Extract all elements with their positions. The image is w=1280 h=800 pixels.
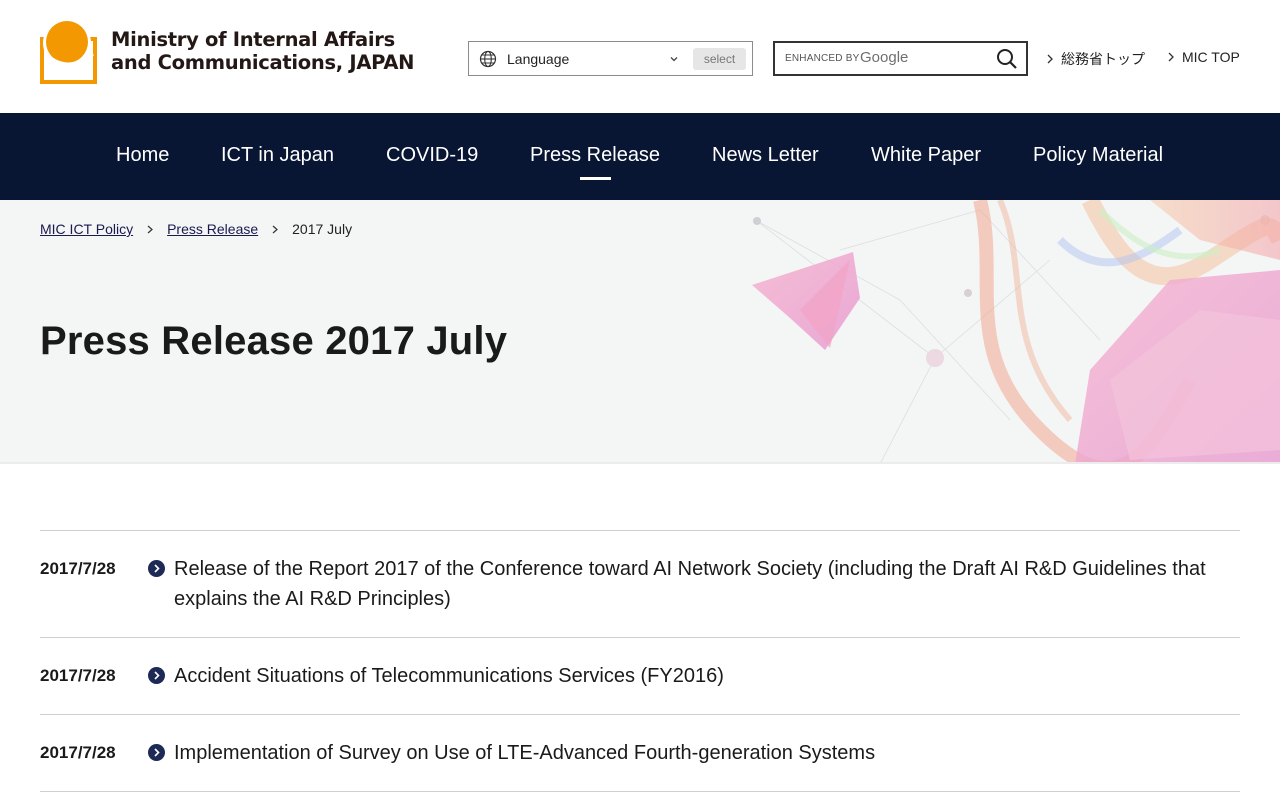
logo-mark-icon bbox=[40, 19, 97, 84]
chevron-right-icon bbox=[272, 225, 279, 233]
nav-white-paper[interactable]: White Paper bbox=[871, 144, 981, 167]
circle-arrow-icon bbox=[148, 667, 165, 684]
release-link[interactable]: Implementation of Survey on Use of LTE-A… bbox=[174, 738, 875, 791]
chevron-right-icon bbox=[147, 225, 154, 233]
nav-active-indicator bbox=[580, 177, 611, 180]
org-name: Ministry of Internal Affairs and Communi… bbox=[111, 28, 414, 74]
language-select-button[interactable]: select bbox=[693, 48, 746, 70]
breadcrumb-current: 2017 July bbox=[292, 221, 353, 237]
chevron-down-icon[interactable] bbox=[668, 53, 680, 65]
list-item: 2017/7/28 Implementation of Survey on Us… bbox=[40, 715, 1240, 792]
nav-news-letter[interactable]: News Letter bbox=[712, 144, 819, 167]
release-date: 2017/7/28 bbox=[40, 743, 116, 762]
breadcrumb-press-release[interactable]: Press Release bbox=[167, 221, 258, 237]
release-link[interactable]: Accident Situations of Telecommunication… bbox=[174, 661, 724, 714]
press-release-list: 2017/7/28 Release of the Report 2017 of … bbox=[40, 530, 1240, 792]
list-item: 2017/7/28 Release of the Report 2017 of … bbox=[40, 531, 1240, 638]
nav-covid-19[interactable]: COVID-19 bbox=[386, 144, 478, 167]
nav-press-release[interactable]: Press Release bbox=[530, 144, 660, 167]
nav-policy-material[interactable]: Policy Material bbox=[1033, 144, 1163, 167]
circle-arrow-icon bbox=[148, 744, 165, 761]
mic-logo[interactable]: Ministry of Internal Affairs and Communi… bbox=[40, 18, 414, 84]
circle-arrow-icon bbox=[148, 560, 165, 577]
chevron-right-icon bbox=[1168, 52, 1174, 62]
breadcrumb-mic-ict-policy[interactable]: MIC ICT Policy bbox=[40, 221, 133, 237]
link-mic-top-label: MIC TOP bbox=[1182, 49, 1240, 65]
search-input[interactable]: ENHANCED BY Google bbox=[773, 41, 1028, 76]
link-mic-top-jp[interactable]: 総務省トップ bbox=[1046, 49, 1145, 69]
breadcrumb: MIC ICT Policy Press Release 2017 July bbox=[40, 221, 352, 237]
search-icon[interactable] bbox=[996, 48, 1018, 70]
nav-ict-in-japan[interactable]: ICT in Japan bbox=[221, 144, 334, 167]
org-name-line1: Ministry of Internal Affairs bbox=[111, 28, 395, 51]
link-mic-top-jp-label: 総務省トップ bbox=[1061, 51, 1145, 67]
list-item: 2017/7/28 Accident Situations of Telecom… bbox=[40, 638, 1240, 715]
org-name-line2: and Communications, JAPAN bbox=[111, 51, 415, 74]
release-link[interactable]: Release of the Report 2017 of the Confer… bbox=[174, 554, 1240, 637]
chevron-right-icon bbox=[1047, 54, 1053, 64]
globe-icon bbox=[479, 50, 497, 67]
release-date: 2017/7/28 bbox=[40, 559, 116, 578]
nav-home[interactable]: Home bbox=[116, 144, 169, 167]
site-header: Ministry of Internal Affairs and Communi… bbox=[0, 0, 1280, 113]
link-mic-top[interactable]: MIC TOP bbox=[1167, 49, 1240, 65]
language-selector[interactable]: Language select bbox=[468, 41, 753, 76]
page-title: Press Release 2017 July bbox=[40, 319, 508, 363]
search-google-label: Google bbox=[860, 49, 909, 66]
search-enhanced-label: ENHANCED BY bbox=[785, 53, 860, 64]
release-date: 2017/7/28 bbox=[40, 666, 116, 685]
page-hero: MIC ICT Policy Press Release 2017 July P… bbox=[0, 200, 1280, 464]
main-nav: Home ICT in Japan COVID-19 Press Release… bbox=[0, 113, 1280, 200]
language-label: Language bbox=[507, 50, 570, 67]
